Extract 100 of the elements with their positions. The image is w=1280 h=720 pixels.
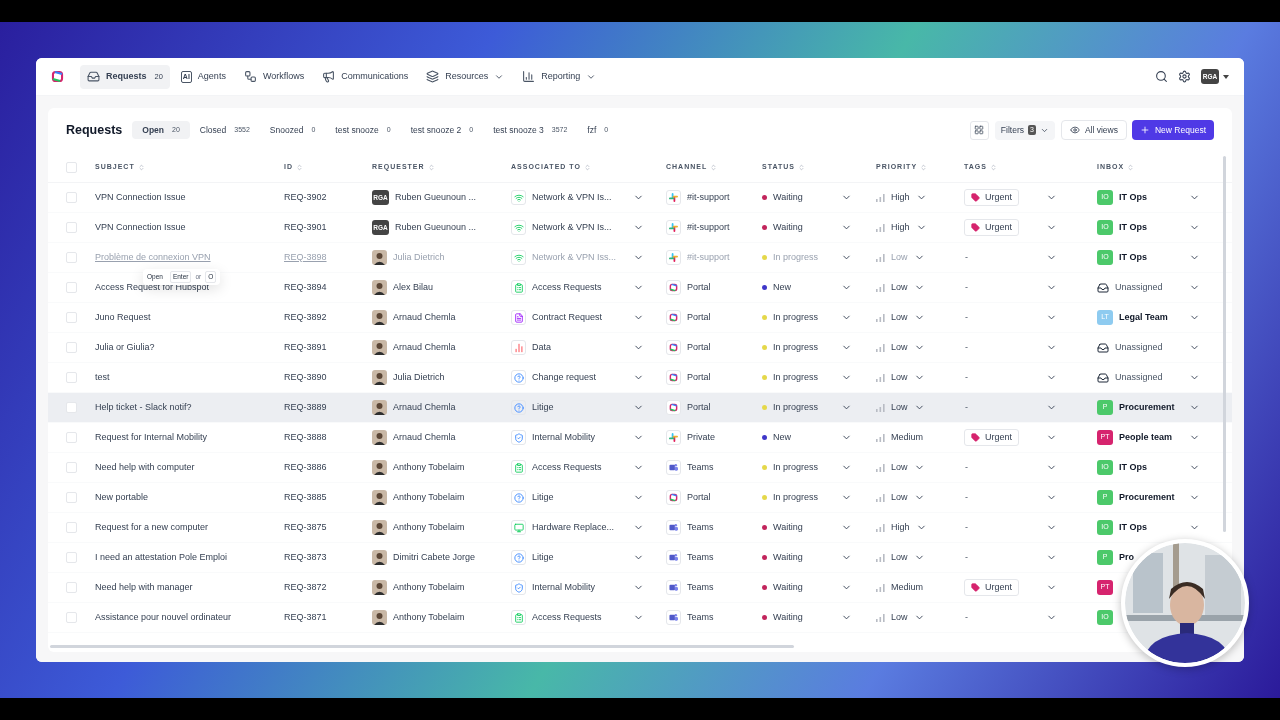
subject-cell[interactable]: Help ticket - Slack notif? [95, 400, 284, 415]
subject-cell[interactable]: Need help with manager [95, 580, 284, 595]
row-checkbox[interactable] [66, 312, 77, 323]
priority-label: Low [891, 490, 908, 504]
category-label: Network & VPN Is... [532, 190, 613, 204]
row-checkbox[interactable] [66, 522, 77, 533]
signal-bars-icon [876, 223, 885, 232]
row-checkbox[interactable] [66, 462, 77, 473]
requester-name: Arnaud Chemla [393, 340, 456, 354]
signal-bars-icon [876, 193, 885, 202]
nav-label: Agents [197, 69, 226, 83]
row-checkbox[interactable] [66, 282, 77, 293]
category-label: Contract Request [532, 310, 604, 324]
nav-tab[interactable]: Resources [419, 64, 512, 89]
caret-icon[interactable] [1223, 74, 1229, 79]
tag-icon [971, 433, 980, 442]
subject-cell[interactable]: VPN Connection Issue [95, 220, 284, 235]
tag-chip[interactable]: Urgent [964, 579, 1019, 596]
empty-tag: - [965, 370, 968, 385]
new-request-button[interactable]: New Request [1131, 120, 1214, 140]
subject-cell[interactable]: Request for a new computer [95, 520, 284, 535]
hash-icon [666, 430, 681, 445]
inbox-icon [87, 70, 100, 83]
subject-cell[interactable]: test [95, 370, 284, 385]
subject-cell[interactable]: Juno Request [95, 310, 284, 325]
inbox-label: IT Ops [1119, 220, 1148, 234]
row-checkbox[interactable] [66, 432, 77, 443]
id-cell-text: REQ-3873 [284, 550, 328, 564]
subject-cell[interactable]: Need help with computer [95, 460, 284, 475]
avatar-icon [372, 580, 387, 595]
nav-tab[interactable]: Communications [315, 64, 416, 89]
row-checkbox[interactable] [66, 582, 77, 593]
view-label: fzf [587, 123, 597, 137]
nav-tab[interactable]: Reporting [515, 64, 604, 89]
row-checkbox[interactable] [66, 192, 77, 203]
people-icon [666, 610, 681, 625]
settings-icon[interactable] [1178, 70, 1191, 83]
row-checkbox[interactable] [66, 402, 77, 413]
avatar-icon [372, 310, 387, 325]
category-label: Change request [532, 370, 598, 384]
category-label: Access Requests [532, 460, 603, 474]
view-label: Open [142, 123, 164, 137]
subject-cell[interactable]: Request for Internal Mobility [95, 430, 284, 445]
row-checkbox[interactable] [66, 492, 77, 503]
status-label: In progress [773, 310, 820, 324]
signal-bars-icon [876, 523, 885, 532]
status-label: Waiting [773, 190, 804, 204]
horizontal-scrollbar[interactable] [50, 645, 794, 648]
row-checkbox[interactable] [66, 552, 77, 563]
row-checkbox[interactable] [66, 372, 77, 383]
priority-label: Low [891, 550, 908, 564]
row-checkbox[interactable] [66, 252, 77, 263]
id-cell-text: REQ-3894 [284, 280, 328, 294]
search-icon[interactable] [1155, 70, 1168, 83]
signal-bars-icon [876, 613, 885, 622]
category-label: Internal Mobility [532, 580, 597, 594]
people-icon [666, 460, 681, 475]
signal-bars-icon [876, 403, 885, 412]
status-label: In progress [773, 370, 820, 384]
inbox-label: Unassigned [1115, 370, 1164, 384]
row-checkbox[interactable] [66, 342, 77, 353]
avatar-icon [372, 490, 387, 505]
requester-name: Anthony Tobelaim [393, 610, 465, 624]
subject-cell[interactable]: I need an attestation Pole Emploi [95, 550, 284, 565]
grid-view-button[interactable] [969, 120, 989, 140]
subject-cell[interactable]: Julia or Giulia? [95, 340, 284, 355]
view-label: test snooze 3 [493, 123, 544, 137]
inbox-label: IT Ops [1119, 520, 1148, 534]
view-label: Closed [199, 123, 227, 137]
nav-label: Reporting [541, 69, 581, 83]
category-label: Litige [532, 550, 555, 564]
tag-chip[interactable]: Urgent [964, 429, 1019, 446]
status-label: Waiting [773, 610, 804, 624]
requester-name: Ruben Gueunoun ... [395, 190, 477, 204]
tag-chip[interactable]: Urgent [964, 189, 1019, 206]
signal-bars-icon [876, 463, 885, 472]
subject-cell[interactable]: New portable [95, 490, 284, 505]
priority-label: High [891, 220, 910, 234]
priority-label: High [891, 520, 910, 534]
subject-cell[interactable]: Assistance pour nouvel ordinateur [95, 610, 284, 625]
inbox-label: IT Ops [1119, 250, 1148, 264]
category-label: Hardware Replace... [532, 520, 616, 534]
channel-label: #it-support [687, 250, 730, 264]
row-checkbox[interactable] [66, 612, 77, 623]
nav-tab[interactable]: Workflows [236, 64, 312, 89]
all-views-button[interactable]: All views [1060, 120, 1127, 140]
ring-icon [666, 370, 681, 385]
signal-bars-icon [876, 343, 885, 352]
question-icon [511, 400, 526, 415]
channel-label: #it-support [687, 190, 730, 204]
select-all-checkbox[interactable] [66, 161, 77, 173]
channel-label: Portal [687, 490, 711, 504]
subject-cell[interactable]: VPN Connection Issue [95, 190, 284, 205]
signal-bars-icon [876, 283, 885, 292]
row-checkbox[interactable] [66, 222, 77, 233]
tag-chip[interactable]: Urgent [964, 219, 1019, 236]
category-label: Litige [532, 490, 555, 504]
priority-label: Low [891, 610, 908, 624]
vertical-scrollbar[interactable] [1223, 156, 1226, 532]
empty-tag: - [965, 550, 968, 565]
